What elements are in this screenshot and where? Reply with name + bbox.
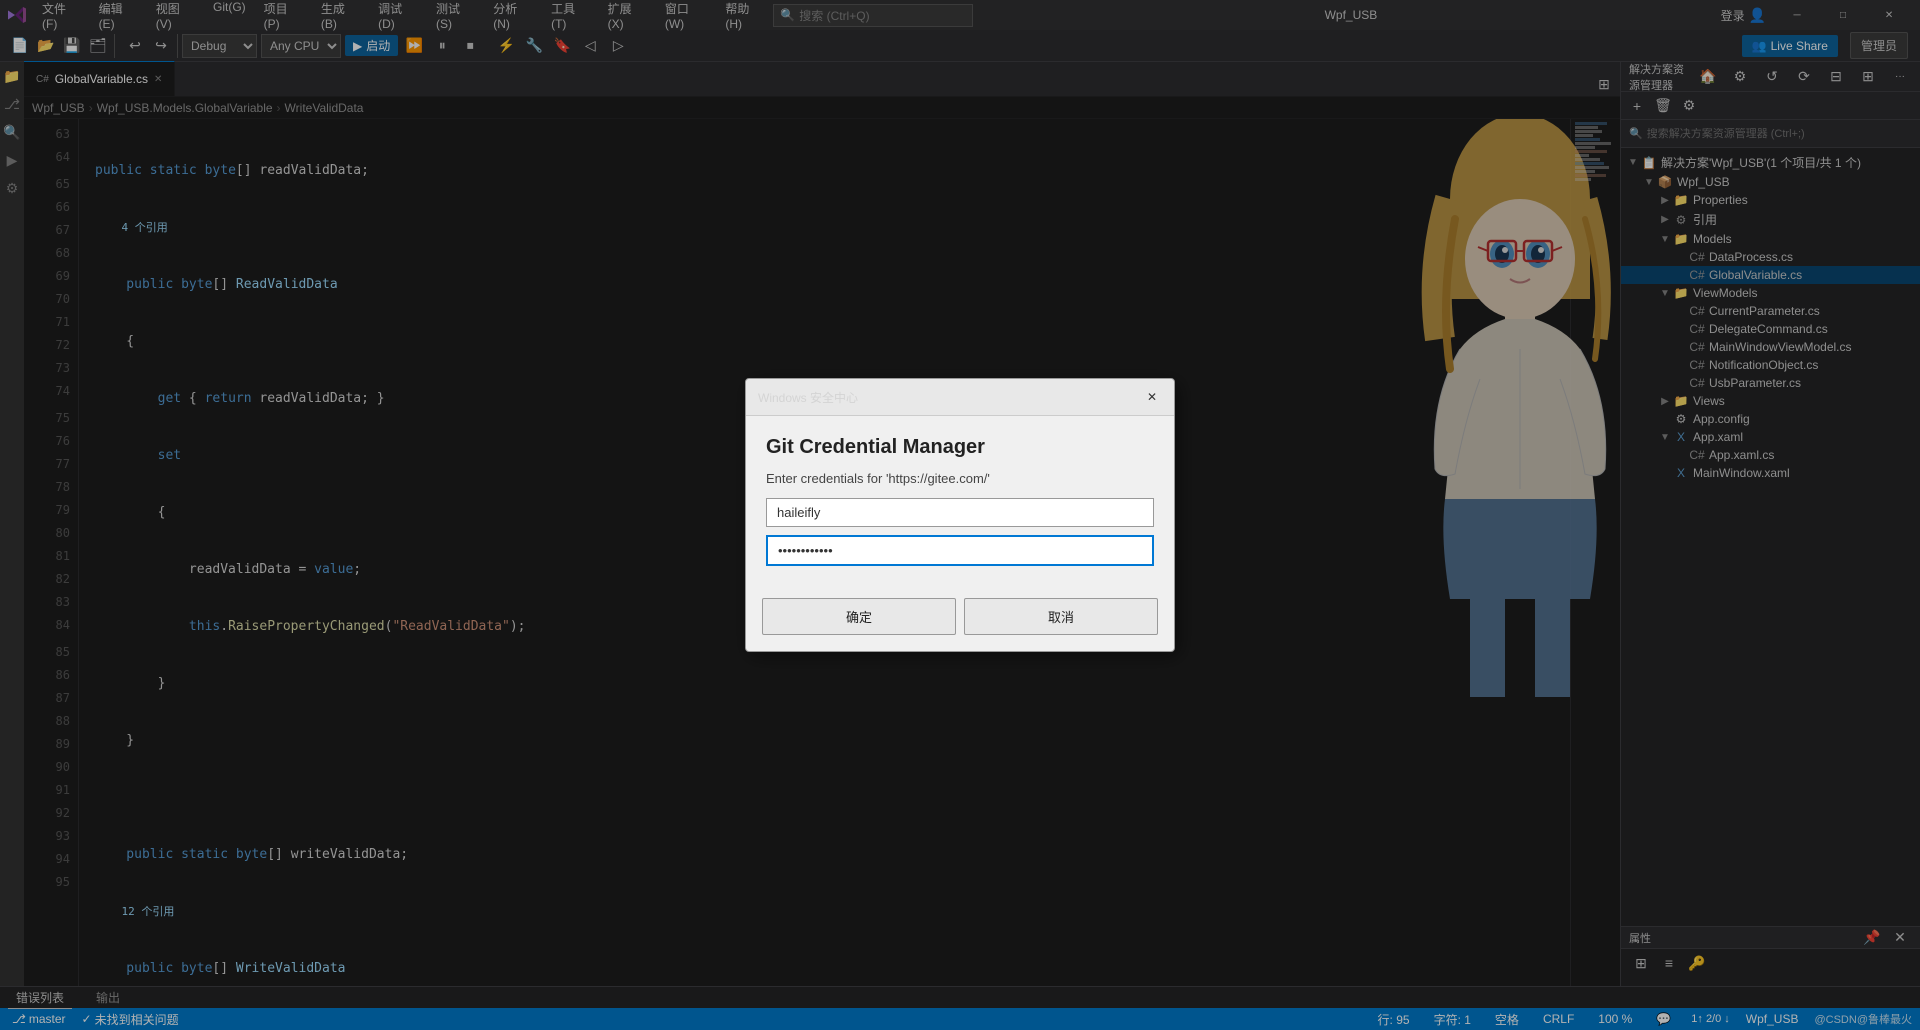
username-input[interactable] bbox=[766, 498, 1154, 527]
dialog-footer: 确定 取消 bbox=[746, 590, 1174, 651]
cancel-button[interactable]: 取消 bbox=[964, 598, 1158, 635]
confirm-button[interactable]: 确定 bbox=[762, 598, 956, 635]
dialog-subtitle: Enter credentials for 'https://gitee.com… bbox=[766, 471, 1154, 486]
dialog-title-text: Windows 安全中心 bbox=[758, 389, 858, 406]
credential-dialog: Windows 安全中心 ✕ Git Credential Manager En… bbox=[745, 378, 1175, 652]
dialog-titlebar: Windows 安全中心 ✕ bbox=[746, 379, 1174, 416]
modal-backdrop: Windows 安全中心 ✕ Git Credential Manager En… bbox=[0, 0, 1920, 1030]
dialog-main-title: Git Credential Manager bbox=[766, 436, 1154, 459]
password-input[interactable] bbox=[766, 535, 1154, 566]
dialog-body: Git Credential Manager Enter credentials… bbox=[746, 416, 1174, 590]
dialog-close-button[interactable]: ✕ bbox=[1142, 387, 1162, 407]
